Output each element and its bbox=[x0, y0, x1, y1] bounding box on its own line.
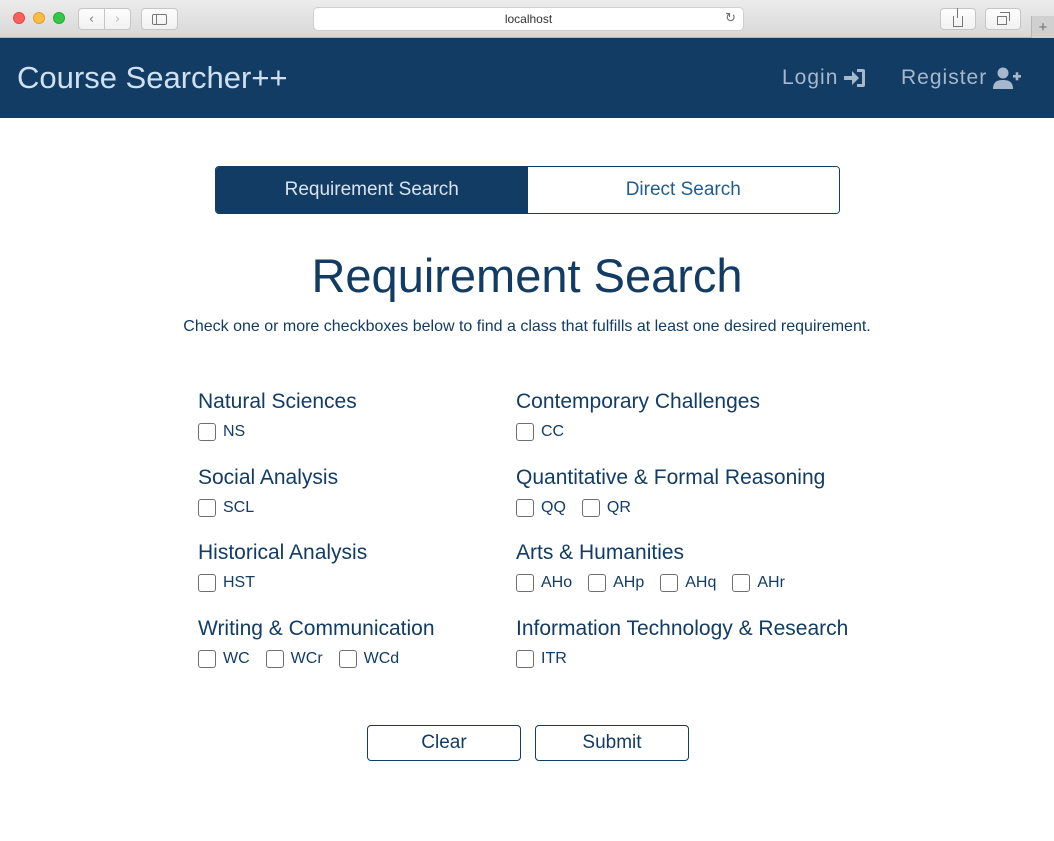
checkbox-box[interactable] bbox=[581, 499, 600, 517]
checkbox-label: WCd bbox=[363, 650, 400, 667]
search-mode-tabs: Requirement Search Direct Search bbox=[215, 166, 840, 214]
checkbox-aho[interactable]: AHo bbox=[516, 574, 572, 592]
checkbox-box[interactable] bbox=[516, 574, 534, 592]
tab-requirement-search[interactable]: Requirement Search bbox=[216, 167, 528, 213]
checkbox-label: QQ bbox=[541, 499, 566, 516]
checkbox-label: WC bbox=[223, 650, 250, 667]
checkbox-box[interactable] bbox=[588, 574, 607, 592]
submit-button[interactable]: Submit bbox=[535, 725, 689, 761]
checkbox-qq[interactable]: QQ bbox=[516, 499, 566, 517]
checkbox-box[interactable] bbox=[516, 423, 534, 441]
login-link[interactable]: Login bbox=[782, 66, 866, 90]
checkbox-ahq[interactable]: AHq bbox=[660, 574, 716, 592]
chevron-right-icon[interactable]: › bbox=[104, 9, 130, 29]
checkbox-qr[interactable]: QR bbox=[581, 499, 631, 517]
group-natural-sciences: Natural Sciences NS bbox=[198, 390, 357, 441]
group-contemporary-challenges: Contemporary Challenges CC bbox=[516, 390, 760, 441]
user-plus-icon bbox=[993, 67, 1022, 89]
plus-icon[interactable]: + bbox=[1031, 16, 1054, 38]
checkbox-label: NS bbox=[223, 423, 246, 440]
group-title: Writing & Communication bbox=[198, 617, 435, 640]
browser-toolbar: ‹ › localhost ↻ + bbox=[0, 0, 1054, 38]
checkbox-scl[interactable]: SCL bbox=[198, 499, 254, 517]
app-navbar: Course Searcher++ Login Register bbox=[0, 38, 1054, 118]
checkbox-box[interactable] bbox=[516, 650, 534, 668]
chevron-left-icon[interactable]: ‹ bbox=[79, 9, 104, 29]
close-window-button[interactable] bbox=[13, 12, 25, 24]
group-title: Historical Analysis bbox=[198, 541, 368, 564]
register-label: Register bbox=[901, 66, 988, 89]
checkbox-label: AHr bbox=[757, 574, 785, 591]
checkbox-box[interactable] bbox=[660, 574, 679, 592]
checkbox-label: WCr bbox=[290, 650, 323, 667]
checkbox-box[interactable] bbox=[198, 499, 216, 517]
register-link[interactable]: Register bbox=[901, 66, 1022, 90]
minimize-window-button[interactable] bbox=[33, 12, 45, 24]
tabs-icon bbox=[996, 12, 1010, 25]
sign-in-icon bbox=[844, 69, 866, 87]
group-title: Arts & Humanities bbox=[516, 541, 685, 564]
tab-overview-button[interactable] bbox=[985, 8, 1021, 30]
checkbox-hst[interactable]: HST bbox=[198, 574, 255, 592]
checkbox-label: HST bbox=[223, 574, 255, 591]
group-title: Information Technology & Research bbox=[516, 617, 849, 640]
checkbox-box[interactable] bbox=[338, 650, 357, 668]
group-historical-analysis: Historical Analysis HST bbox=[198, 541, 367, 592]
group-writing-communication: Writing & Communication WC WCr WCd bbox=[198, 617, 435, 668]
brand-title[interactable]: Course Searcher++ bbox=[17, 60, 288, 96]
history-nav: ‹ › bbox=[78, 8, 131, 30]
zoom-window-button[interactable] bbox=[53, 12, 65, 24]
checkbox-box[interactable] bbox=[198, 423, 216, 441]
checkbox-wcr[interactable]: WCr bbox=[265, 650, 323, 668]
sidebar-icon bbox=[152, 13, 167, 25]
checkbox-ns[interactable]: NS bbox=[198, 423, 245, 441]
checkbox-box[interactable] bbox=[732, 574, 751, 592]
share-button[interactable] bbox=[940, 7, 976, 30]
checkbox-box[interactable] bbox=[516, 499, 534, 517]
login-label: Login bbox=[782, 66, 839, 89]
checkbox-ahp[interactable]: AHp bbox=[588, 574, 644, 592]
reload-icon[interactable]: ↻ bbox=[725, 11, 736, 26]
group-arts-humanities: Arts & Humanities AHo AHp AHq AHr bbox=[516, 541, 801, 592]
checkbox-ahr[interactable]: AHr bbox=[732, 574, 785, 592]
group-social-analysis: Social Analysis SCL bbox=[198, 466, 338, 517]
checkbox-box[interactable] bbox=[265, 650, 284, 668]
url-text: localhost bbox=[504, 12, 553, 26]
share-icon bbox=[953, 7, 963, 27]
checkbox-cc[interactable]: CC bbox=[516, 423, 564, 441]
page-subtitle: Check one or more checkboxes below to fi… bbox=[183, 318, 871, 335]
checkbox-label: ITR bbox=[541, 650, 567, 667]
checkbox-wcd[interactable]: WCd bbox=[338, 650, 400, 668]
checkbox-label: SCL bbox=[223, 499, 255, 516]
group-title: Quantitative & Formal Reasoning bbox=[516, 466, 826, 489]
tab-direct-search[interactable]: Direct Search bbox=[527, 167, 839, 213]
group-quantitative-formal-reasoning: Quantitative & Formal Reasoning QQ QR bbox=[516, 466, 825, 517]
clear-button[interactable]: Clear bbox=[367, 725, 521, 761]
sidebar-toggle-button[interactable] bbox=[141, 8, 178, 30]
checkbox-label: CC bbox=[541, 423, 565, 440]
checkbox-box[interactable] bbox=[198, 650, 216, 668]
group-title: Contemporary Challenges bbox=[516, 390, 760, 413]
checkbox-box[interactable] bbox=[198, 574, 216, 592]
checkbox-wc[interactable]: WC bbox=[198, 650, 250, 668]
checkbox-label: AHo bbox=[541, 574, 573, 591]
checkbox-label: AHp bbox=[613, 574, 645, 591]
page-title: Requirement Search bbox=[311, 249, 743, 302]
group-title: Natural Sciences bbox=[198, 390, 357, 413]
checkbox-itr[interactable]: ITR bbox=[516, 650, 567, 668]
group-information-technology-research: Information Technology & Research ITR bbox=[516, 617, 848, 668]
group-title: Social Analysis bbox=[198, 466, 339, 489]
address-bar[interactable]: localhost ↻ bbox=[313, 7, 744, 31]
checkbox-label: AHq bbox=[685, 574, 717, 591]
checkbox-label: QR bbox=[606, 499, 631, 516]
